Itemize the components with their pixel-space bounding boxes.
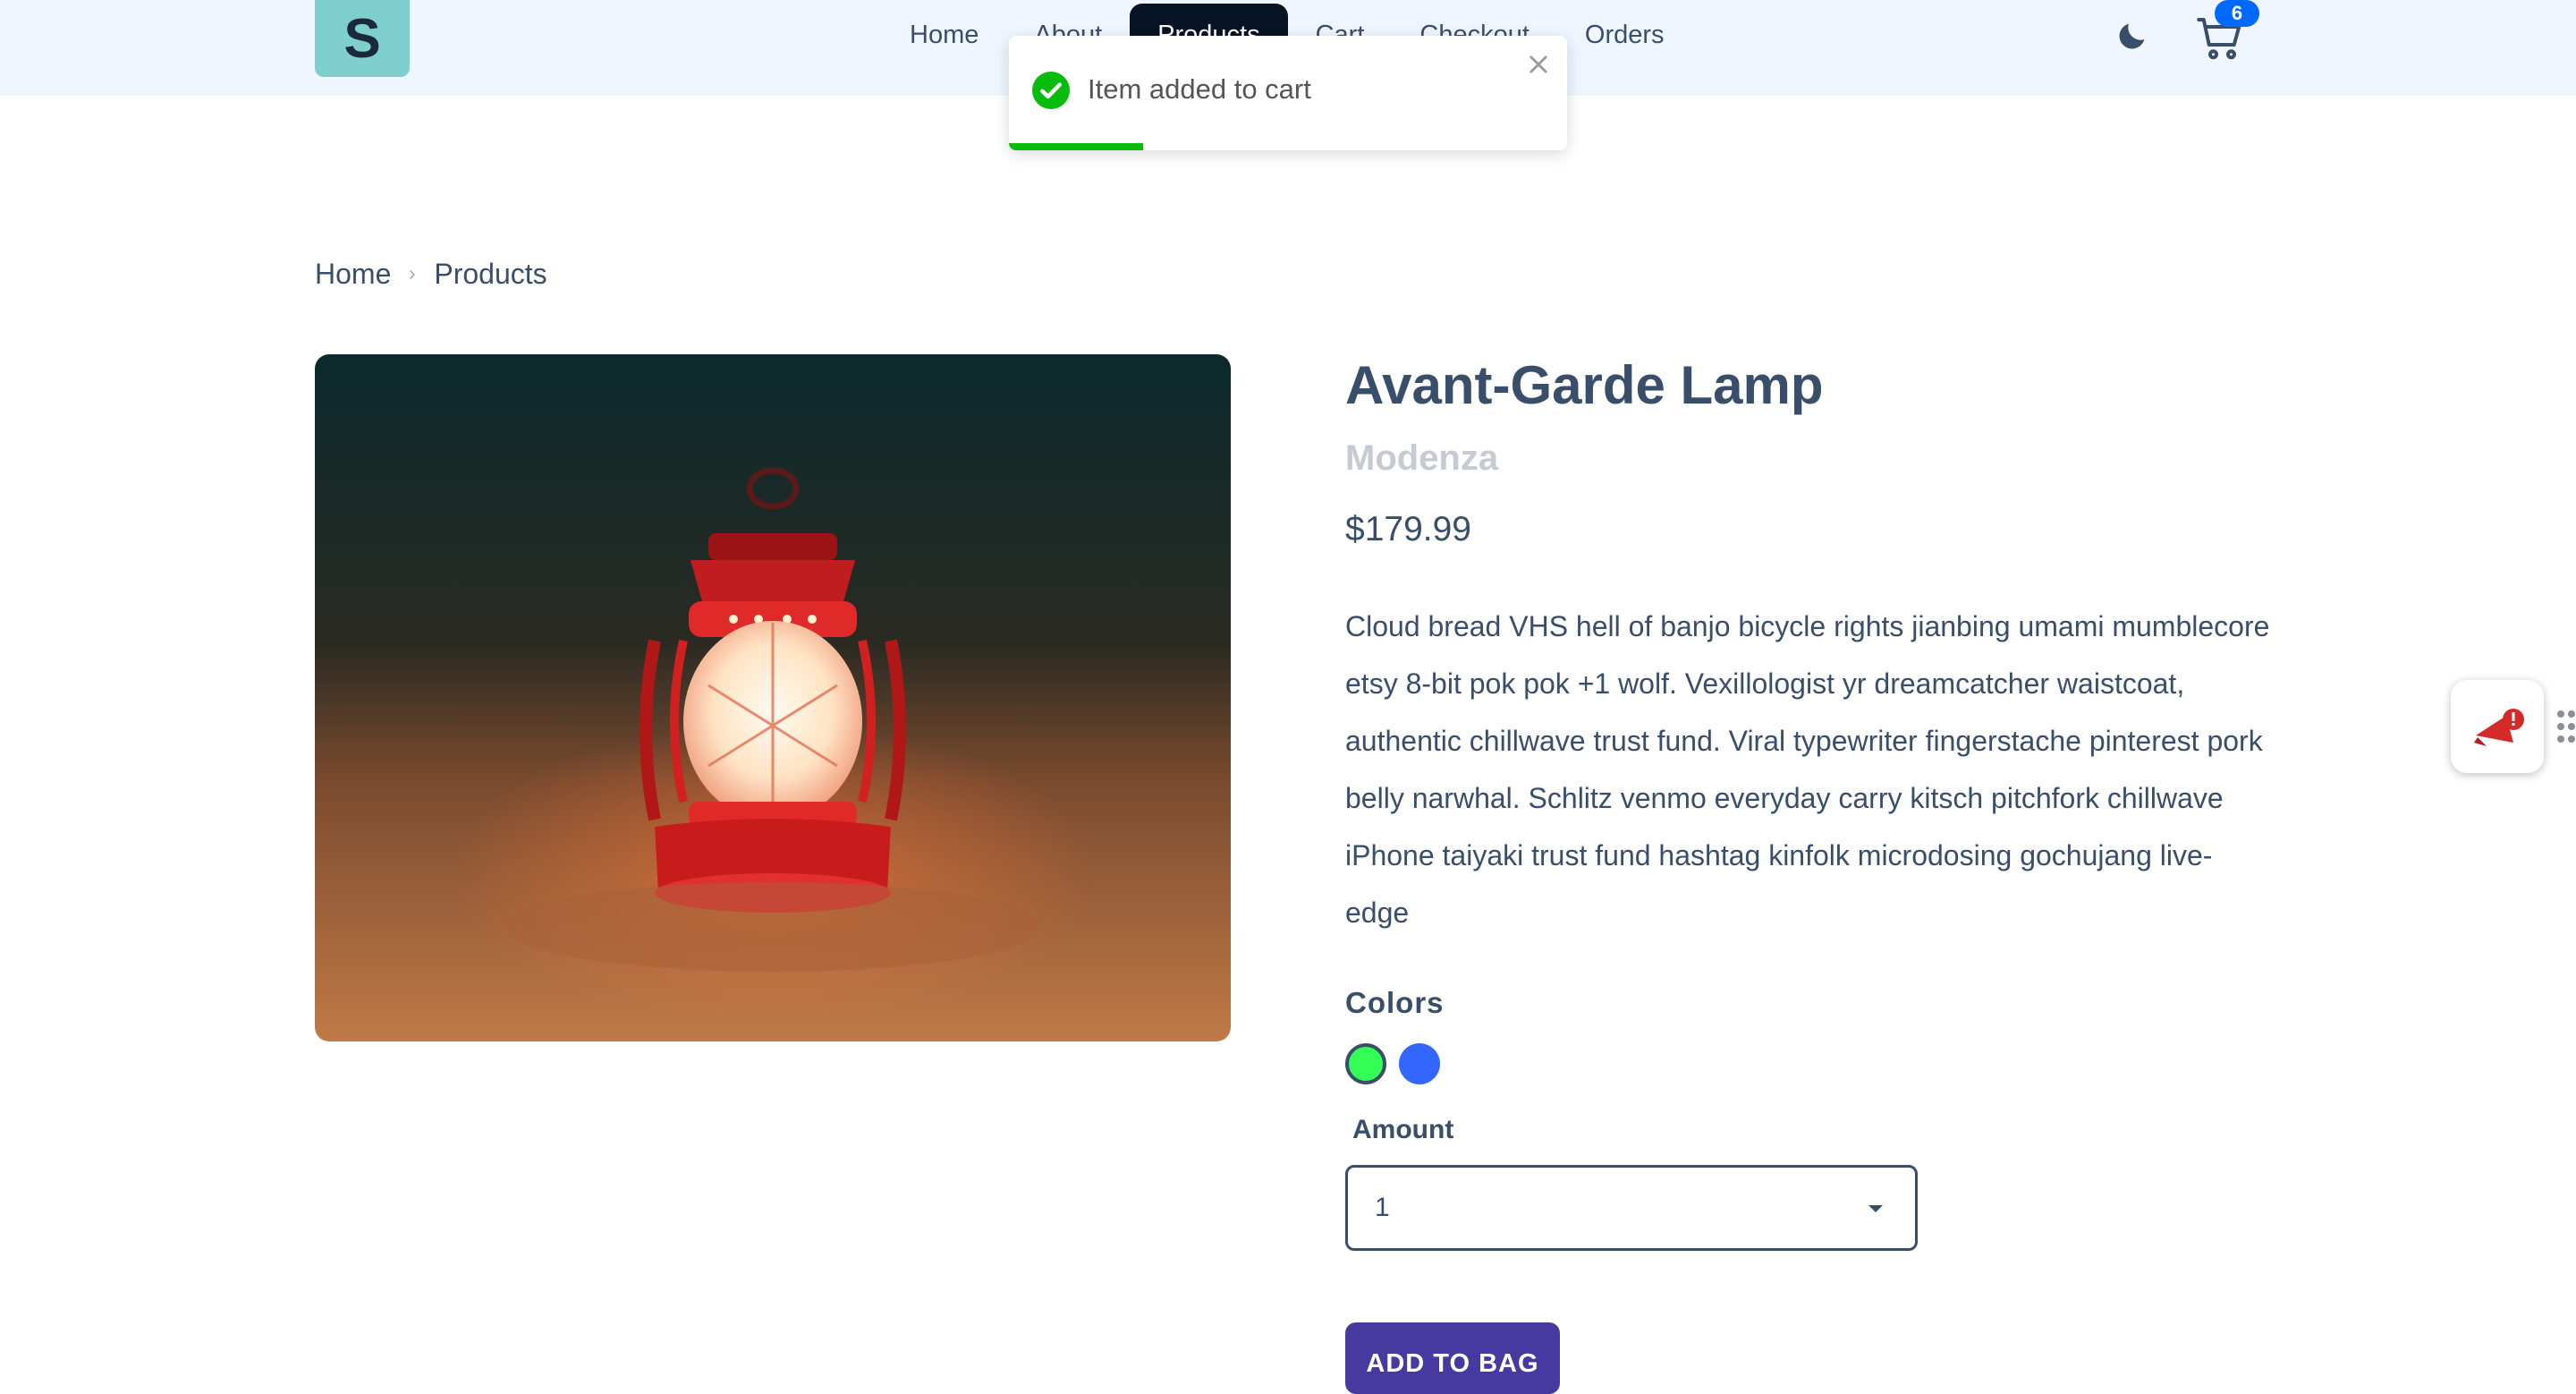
moon-icon[interactable] <box>2114 18 2150 54</box>
check-circle-icon <box>1032 72 1070 109</box>
color-swatch-blue[interactable] <box>1399 1043 1440 1084</box>
logo-letter: S <box>343 7 381 70</box>
color-swatches <box>1345 1043 1440 1084</box>
product-image <box>315 354 1231 1041</box>
product-description: Cloud bread VHS hell of banjo bicycle ri… <box>1345 610 2270 929</box>
logo[interactable]: S <box>315 0 410 77</box>
nav-link-home[interactable]: Home <box>882 4 1006 66</box>
toast-notification: Item added to cart <box>1009 36 1567 150</box>
close-icon[interactable] <box>1526 52 1551 77</box>
floating-widget-button[interactable] <box>2451 680 2544 773</box>
color-swatch-green[interactable] <box>1345 1043 1386 1084</box>
toast-message: Item added to cart <box>1088 73 1311 105</box>
nav-link-orders[interactable]: Orders <box>1557 4 1692 66</box>
toast-progress-bar <box>1009 143 1143 150</box>
amount-value: 1 <box>1375 1193 1390 1222</box>
colors-label: Colors <box>1345 986 1445 1019</box>
caret-down-icon <box>1868 1205 1883 1212</box>
drag-handle-icon[interactable] <box>2556 709 2576 744</box>
breadcrumb-home[interactable]: Home <box>315 258 391 291</box>
amount-select[interactable]: 1 <box>1345 1165 1918 1251</box>
product-company: Modenza <box>1345 438 1499 478</box>
breadcrumb-products[interactable]: Products <box>434 258 547 291</box>
megaphone-alert-icon <box>2474 709 2524 746</box>
chevron-right-icon <box>410 269 416 279</box>
breadcrumb: Home Products <box>315 258 547 291</box>
amount-label: Amount <box>1352 1115 1454 1144</box>
cart-count-badge: 6 <box>2215 0 2259 27</box>
product-title: Avant-Garde Lamp <box>1345 355 1824 415</box>
add-to-bag-button[interactable]: ADD TO BAG <box>1345 1322 1560 1394</box>
product-price: $179.99 <box>1345 510 1471 548</box>
